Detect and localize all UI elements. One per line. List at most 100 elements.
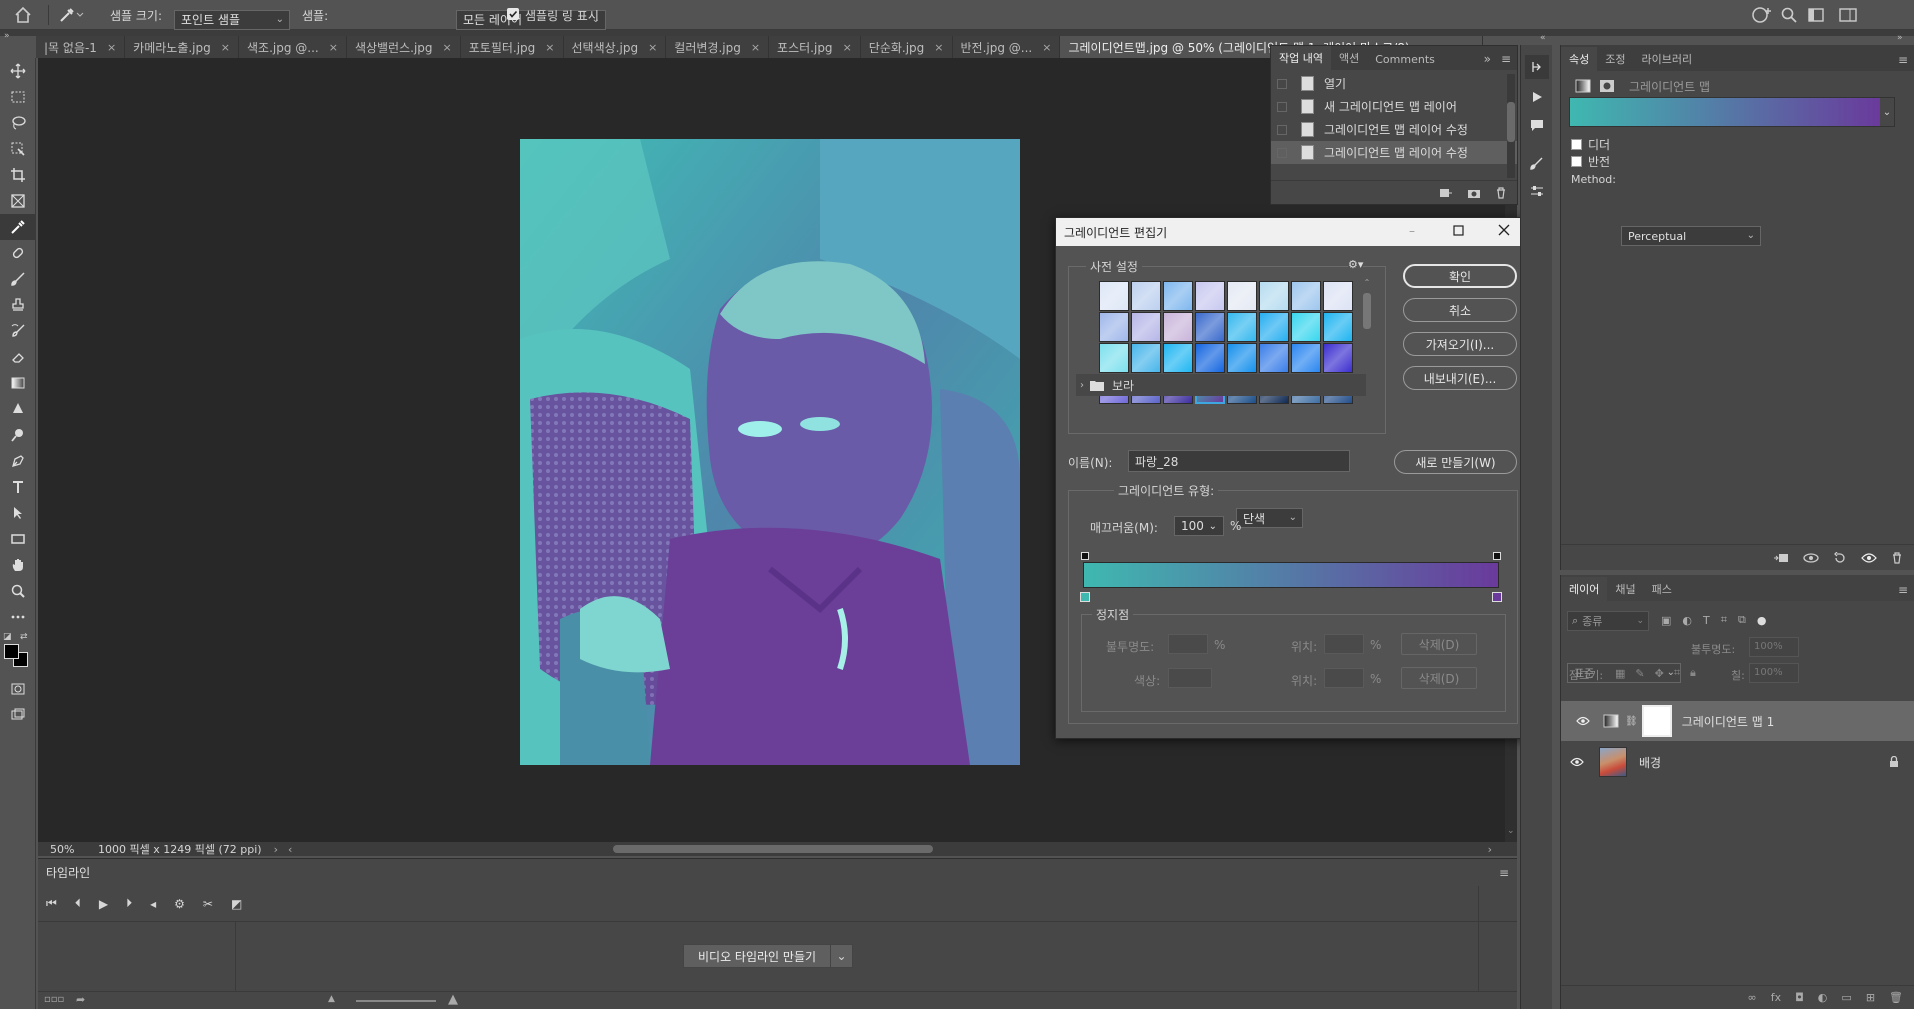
scroll-left-icon[interactable]: ‹ (288, 843, 292, 856)
history-brush-source-checkbox[interactable] (1277, 78, 1287, 89)
trash-icon[interactable] (1495, 186, 1507, 199)
document-tab[interactable]: 카메라노출.jpg × (125, 36, 239, 58)
frame-tool-icon[interactable] (0, 188, 36, 214)
lasso-tool-icon[interactable] (0, 110, 36, 136)
go-to-first-frame-icon[interactable]: ⏮ (46, 896, 57, 911)
create-video-timeline-button[interactable]: 비디오 타임라인 만들기 (684, 948, 830, 965)
brush-settings-icon[interactable] (1525, 151, 1549, 175)
timeline-menu-icon[interactable]: ≡ (1499, 866, 1509, 880)
gradient-map-preview[interactable] (1570, 98, 1880, 126)
dither-option[interactable]: 디더 (1571, 136, 1610, 153)
play-icon[interactable]: ▶ (99, 897, 108, 911)
layer-style-fx-icon[interactable]: fx (1771, 991, 1781, 1004)
preset-swatch[interactable] (1259, 343, 1289, 373)
tab-actions[interactable]: 액션 (1331, 46, 1367, 70)
preset-swatch[interactable] (1099, 281, 1129, 311)
collapse-panels-left-icon[interactable]: « (1540, 33, 1546, 43)
chevron-down-icon[interactable]: ⌄ (1880, 98, 1894, 126)
history-brush-source-checkbox[interactable] (1277, 101, 1287, 112)
preset-swatch[interactable] (1227, 312, 1257, 342)
layer-thumbnail[interactable] (1599, 747, 1627, 777)
transition-icon[interactable]: ◩ (231, 897, 242, 911)
gradient-preview-bar[interactable] (1083, 562, 1499, 588)
trash-icon[interactable]: 🗑︎ (1889, 991, 1903, 1004)
camera-snapshot-icon[interactable] (1467, 187, 1481, 199)
close-tab-icon[interactable]: × (221, 41, 230, 54)
tab-layers[interactable]: 레이어 (1561, 577, 1608, 601)
history-brush-source-checkbox[interactable] (1277, 147, 1287, 158)
history-item[interactable]: 그레이디언트 맵 레이어 수정 (1271, 118, 1517, 141)
layer-name[interactable]: 배경 (1639, 754, 1661, 771)
split-scissors-icon[interactable]: ✂ (203, 897, 213, 911)
reset-icon[interactable] (1833, 551, 1847, 564)
history-scrollbar[interactable] (1507, 74, 1515, 178)
zoom-out-icon[interactable]: ▲ (328, 994, 335, 1004)
tab-comments[interactable]: Comments (1367, 49, 1443, 70)
preset-swatch[interactable] (1163, 343, 1193, 373)
minimize-icon[interactable]: – (1409, 224, 1415, 238)
document-tab[interactable]: 컬러변경.jpg × (666, 36, 770, 58)
preset-swatch[interactable] (1323, 312, 1353, 342)
document-tab[interactable]: 포토필터.jpg × (461, 36, 564, 58)
lock-transparent-icon[interactable]: ▦ (1615, 667, 1625, 680)
document-tab[interactable]: 색조.jpg @... × (239, 36, 347, 58)
opacity-stop-right[interactable] (1493, 552, 1501, 560)
share-icon[interactable] (1752, 6, 1772, 24)
color-stop-right[interactable] (1492, 592, 1502, 602)
preset-swatch[interactable] (1259, 281, 1289, 311)
filter-pixel-icon[interactable]: ▣ (1661, 614, 1671, 627)
document-image[interactable] (520, 139, 1020, 765)
sample-size-select[interactable]: 포인트 샘플 ⌄ (174, 9, 290, 30)
import-button[interactable]: 가져오기(I)... (1403, 332, 1517, 356)
lock-image-icon[interactable]: ✎ (1635, 667, 1644, 680)
close-tab-icon[interactable]: × (1042, 41, 1051, 54)
preset-swatch[interactable] (1099, 343, 1129, 373)
gradient-type-select[interactable]: 단색 ⌄ (1236, 508, 1303, 528)
type-tool-icon[interactable] (0, 474, 36, 500)
preset-swatch[interactable] (1195, 343, 1225, 373)
default-colors-icon[interactable]: ◪ (3, 632, 12, 642)
dither-checkbox[interactable] (1571, 139, 1582, 150)
method-select[interactable]: Perceptual ⌄ (1621, 226, 1761, 246)
history-brush-tool-icon[interactable] (0, 318, 36, 344)
filter-adjustment-icon[interactable]: ◐ (1682, 614, 1692, 627)
zoom-level[interactable]: 50% (50, 843, 90, 856)
preset-swatch[interactable] (1323, 281, 1353, 311)
view-previous-state-icon[interactable] (1803, 552, 1819, 564)
tab-channels[interactable]: 채널 (1607, 577, 1643, 601)
maximize-icon[interactable] (1453, 225, 1464, 236)
close-tab-icon[interactable]: × (107, 41, 116, 54)
add-mask-icon[interactable]: ◘ (1795, 991, 1804, 1004)
marquee-tool-icon[interactable] (0, 84, 36, 110)
color-swatches[interactable]: ◪ ⇄ (0, 630, 36, 676)
history-brush-source-checkbox[interactable] (1277, 124, 1287, 135)
swap-colors-icon[interactable]: ⇄ (20, 632, 28, 642)
gradient-map-picker[interactable]: ⌄ (1569, 97, 1895, 127)
audio-icon[interactable]: ◂ (150, 897, 156, 911)
preset-swatch[interactable] (1131, 281, 1161, 311)
preset-swatch[interactable] (1099, 312, 1129, 342)
preset-swatch[interactable] (1163, 312, 1193, 342)
layer-mask-thumbnail[interactable] (1641, 705, 1672, 737)
clip-to-layer-icon[interactable] (1773, 552, 1789, 564)
trash-icon[interactable] (1891, 551, 1903, 564)
timeline-zoom-slider[interactable] (356, 1000, 436, 1002)
more-tools-icon[interactable] (0, 604, 36, 630)
chevron-down-icon[interactable]: ⌄ (830, 945, 852, 967)
preset-folder-purple[interactable]: › 보라 (1076, 374, 1366, 396)
quick-mask-icon[interactable] (0, 676, 36, 702)
panel-menu-icon[interactable]: ≡ (1495, 48, 1517, 70)
smoothness-input[interactable]: 100 ⌄ (1174, 516, 1224, 536)
blur-tool-icon[interactable] (0, 396, 36, 422)
layer-filter-select[interactable]: ⌕ 종류 ⌄ (1567, 611, 1649, 631)
close-tab-icon[interactable]: × (751, 41, 760, 54)
preset-swatch[interactable] (1195, 312, 1225, 342)
layer-opacity-input[interactable]: 100% (1749, 637, 1799, 657)
pen-tool-icon[interactable] (0, 448, 36, 474)
preset-swatch[interactable] (1227, 281, 1257, 311)
lock-artboard-icon[interactable]: ⌗ (1674, 666, 1680, 680)
new-adjustment-layer-icon[interactable]: ◐ (1818, 991, 1828, 1004)
close-tab-icon[interactable]: × (648, 41, 657, 54)
new-document-from-state-icon[interactable] (1439, 187, 1453, 199)
create-video-timeline-control[interactable]: 비디오 타임라인 만들기 ⌄ (683, 944, 854, 968)
